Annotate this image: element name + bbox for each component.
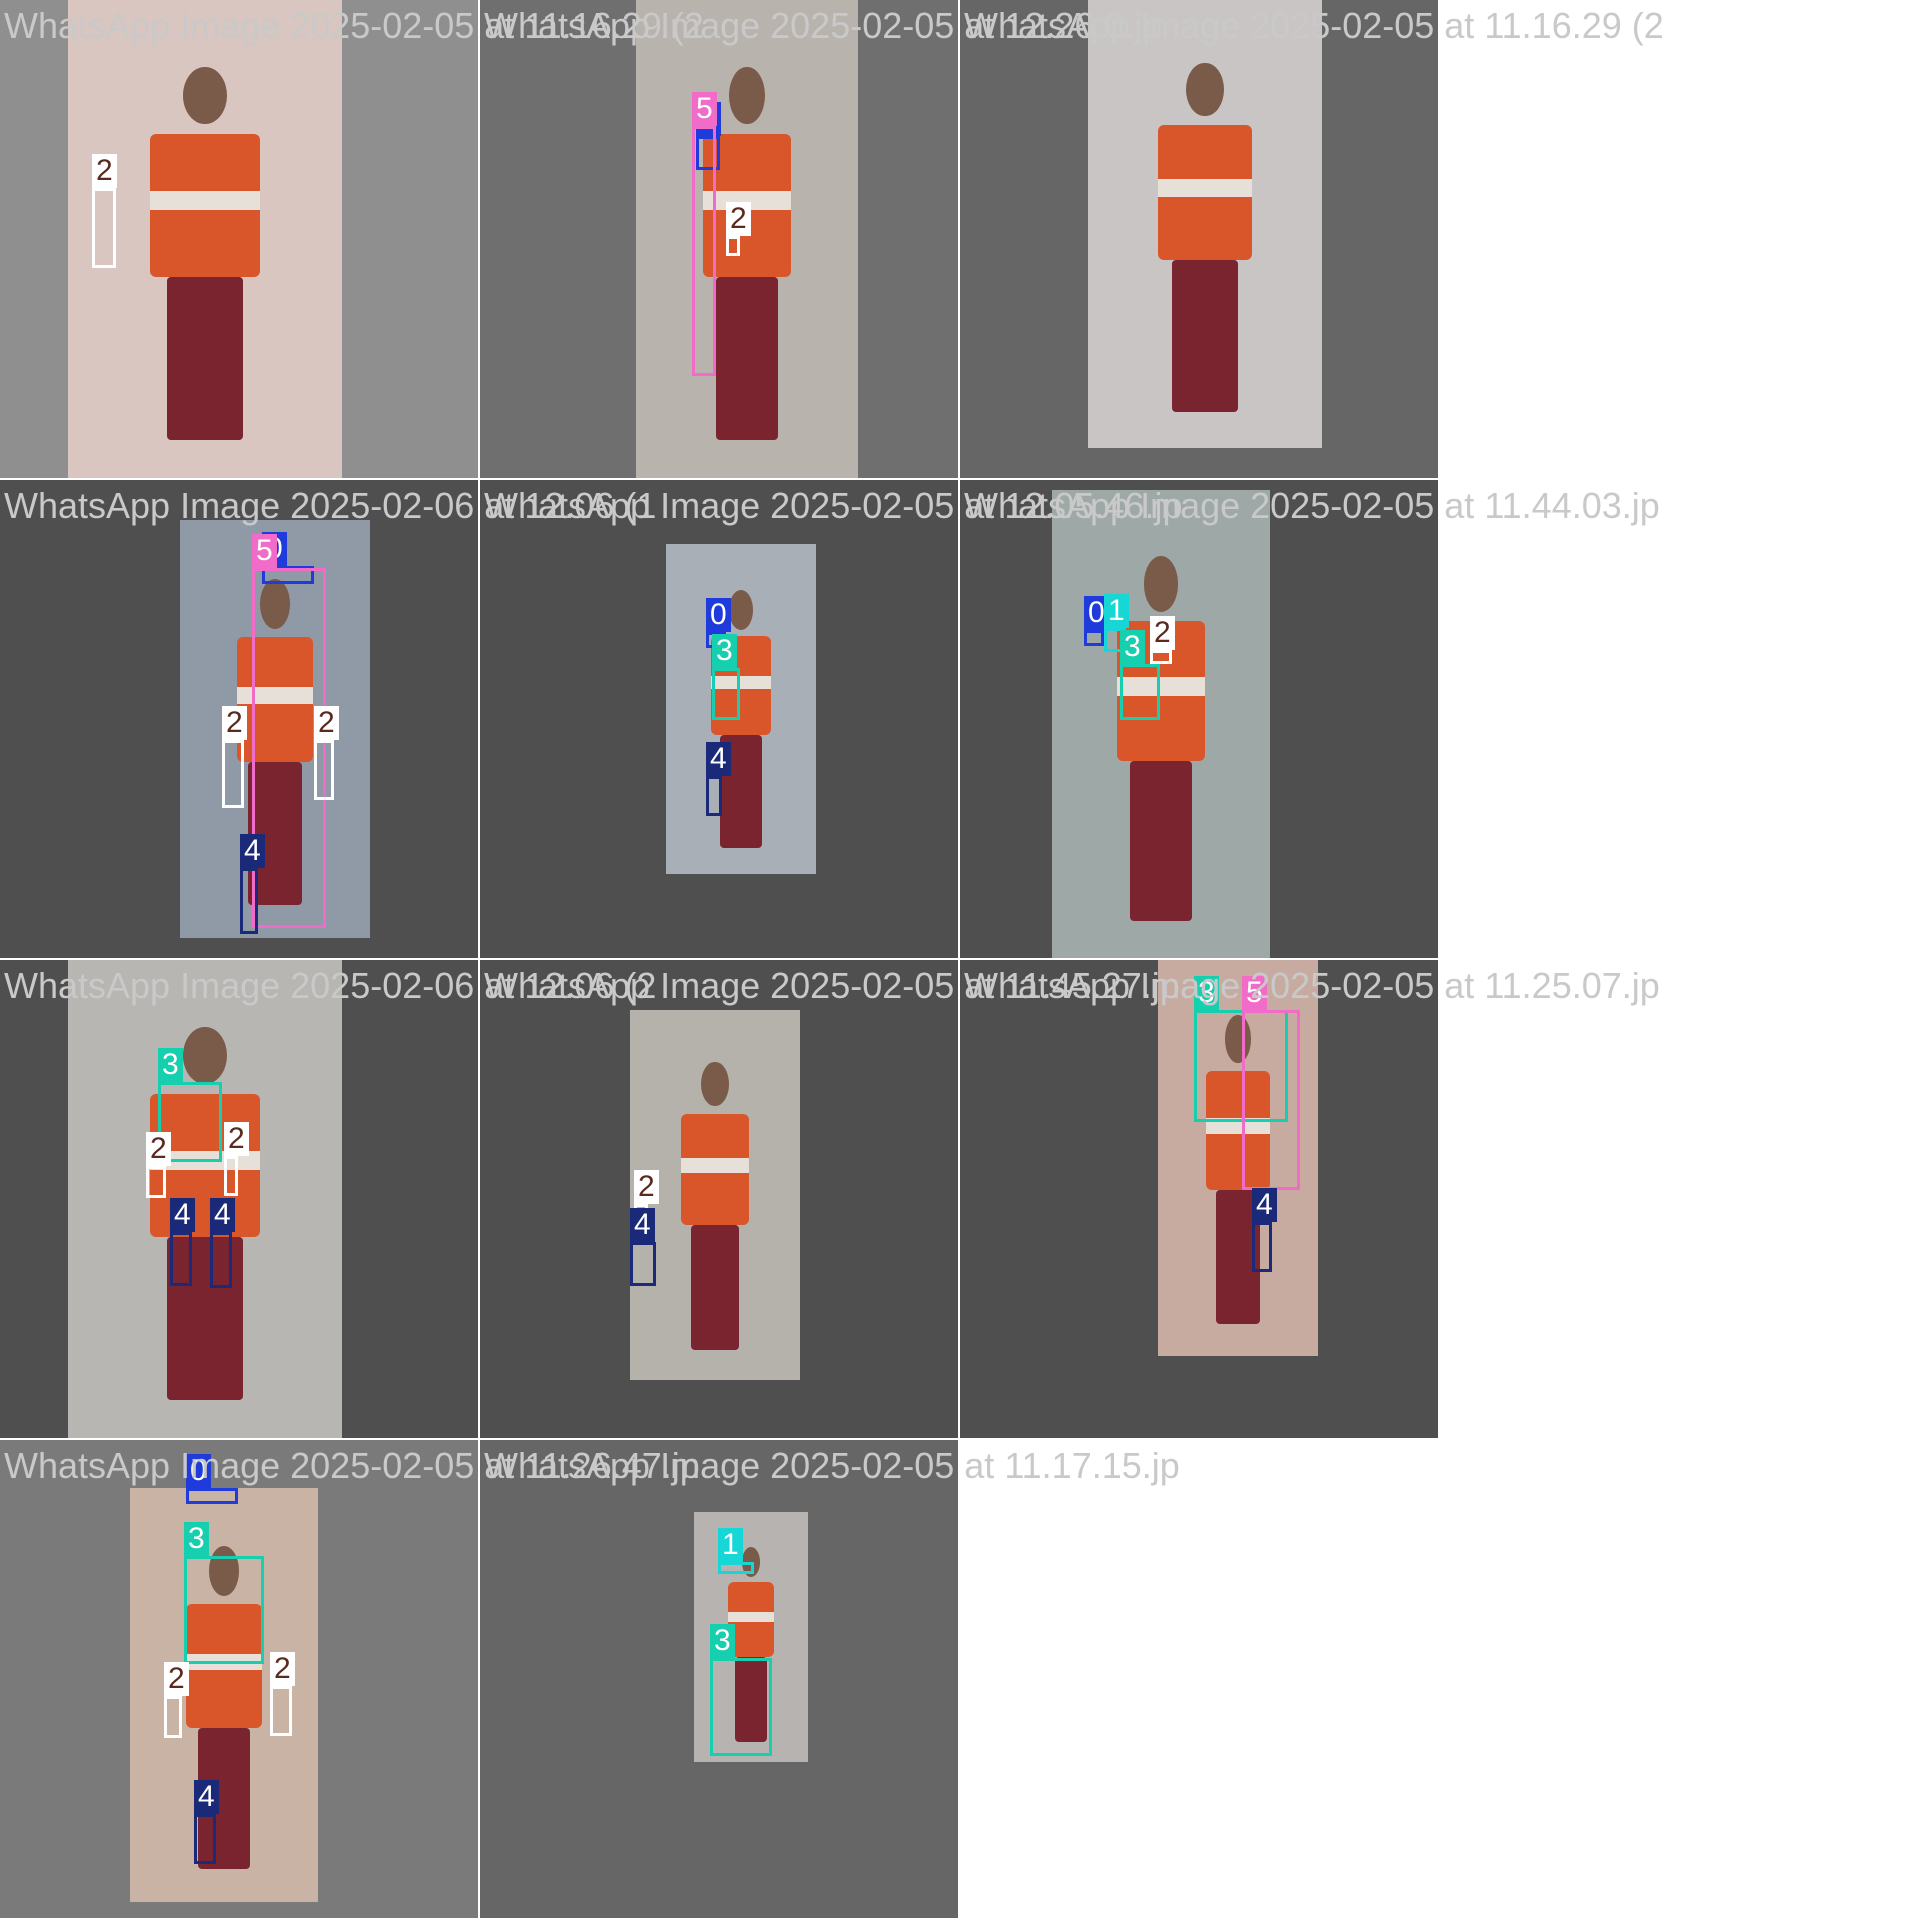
detection-class-label: 2 [634,1170,659,1204]
worker-head [183,1026,227,1085]
detection-box [1150,650,1172,664]
worker-legs [715,277,779,440]
detection-box [184,1556,264,1664]
detection-class-label: 5 [252,534,277,568]
detection-box [706,776,722,816]
detection-class-label: 4 [240,834,265,868]
detection-box [712,668,740,720]
image-tile [960,0,1438,478]
worker-head [729,66,765,125]
detection-box [1242,1010,1300,1190]
detection-class-label: 2 [222,706,247,740]
reflective-stripe [681,1158,749,1173]
detection-class-label: 2 [314,706,339,740]
image-tile: 05224 [0,480,478,958]
detection-class-label: 1 [1104,594,1129,628]
detection-box [210,1232,232,1288]
detection-class-label: 5 [1242,976,1267,1010]
detection-class-label: 2 [92,154,117,188]
reflective-stripe [150,191,260,211]
detection-class-label: 3 [710,1624,735,1658]
image-tile: 35 4 [960,960,1438,1438]
detection-box [1120,664,1160,720]
detection-box [314,740,334,800]
detection-class-label: 1 [718,1528,743,1562]
worker-legs [1130,761,1192,921]
detection-box [692,126,716,376]
detection-box [222,740,244,808]
worker-head [729,590,753,630]
detection-box [718,1562,754,1574]
detection-box [224,1156,238,1196]
detection-class-label: 4 [210,1198,235,1232]
detection-class-label: 4 [194,1780,219,1814]
worker-legs [166,277,244,440]
detection-class-label: 2 [270,1652,295,1686]
detection-class-label: 2 [726,202,751,236]
detection-class-label: 3 [712,634,737,668]
detection-box [270,1686,292,1736]
detection-box [164,1696,182,1738]
photo [636,0,858,478]
detection-box [710,1658,772,1756]
worker-legs [1172,259,1238,413]
detection-box [194,1814,216,1864]
worker-head [1143,555,1179,612]
detection-class-label: 3 [158,1048,183,1082]
detection-class-label: 2 [1150,616,1175,650]
detection-class-label: 3 [1194,976,1219,1010]
worker-legs [691,1224,739,1351]
detection-box [186,1488,238,1504]
detection-class-label: 4 [706,742,731,776]
reflective-stripe [728,1612,774,1622]
detection-box [1084,630,1104,646]
detection-class-label: 2 [146,1132,171,1166]
image-tile: 3 2 2 44 [0,960,478,1438]
image-tile: 24 [480,960,958,1438]
image-tile: 052 [480,0,958,478]
detection-class-label: 5 [692,92,717,126]
detection-class-label: 4 [630,1208,655,1242]
detection-box [170,1232,192,1286]
image-mosaic: 205205224034013232244243540322413WhatsAp… [0,0,1920,1920]
detection-box [726,236,740,256]
detection-class-label: 4 [170,1198,195,1232]
photo [1052,490,1270,958]
detection-class-label: 3 [184,1522,209,1556]
image-tile: 0132 [960,480,1438,958]
detection-class-label: 2 [224,1122,249,1156]
detection-box [1252,1222,1272,1272]
photo [68,960,342,1438]
detection-class-label: 2 [164,1662,189,1696]
reflective-stripe [1158,179,1252,198]
detection-class-label: 0 [706,598,731,632]
detection-box [240,868,258,934]
image-tile: 13 [480,1440,958,1918]
image-tile: 0 3 2 2 4 [0,1440,478,1918]
worker-head [183,66,227,125]
detection-class-label: 0 [186,1454,211,1488]
photo [666,544,816,874]
image-tile: 03 4 [480,480,958,958]
worker-head [701,1061,729,1107]
image-tile: 2 [0,0,478,478]
detection-box [630,1242,656,1286]
photo [1088,0,1322,448]
detection-box [146,1166,166,1198]
detection-class-label: 4 [1252,1188,1277,1222]
worker-head [1186,62,1224,117]
detection-box [92,188,116,268]
detection-class-label: 3 [1120,630,1145,664]
